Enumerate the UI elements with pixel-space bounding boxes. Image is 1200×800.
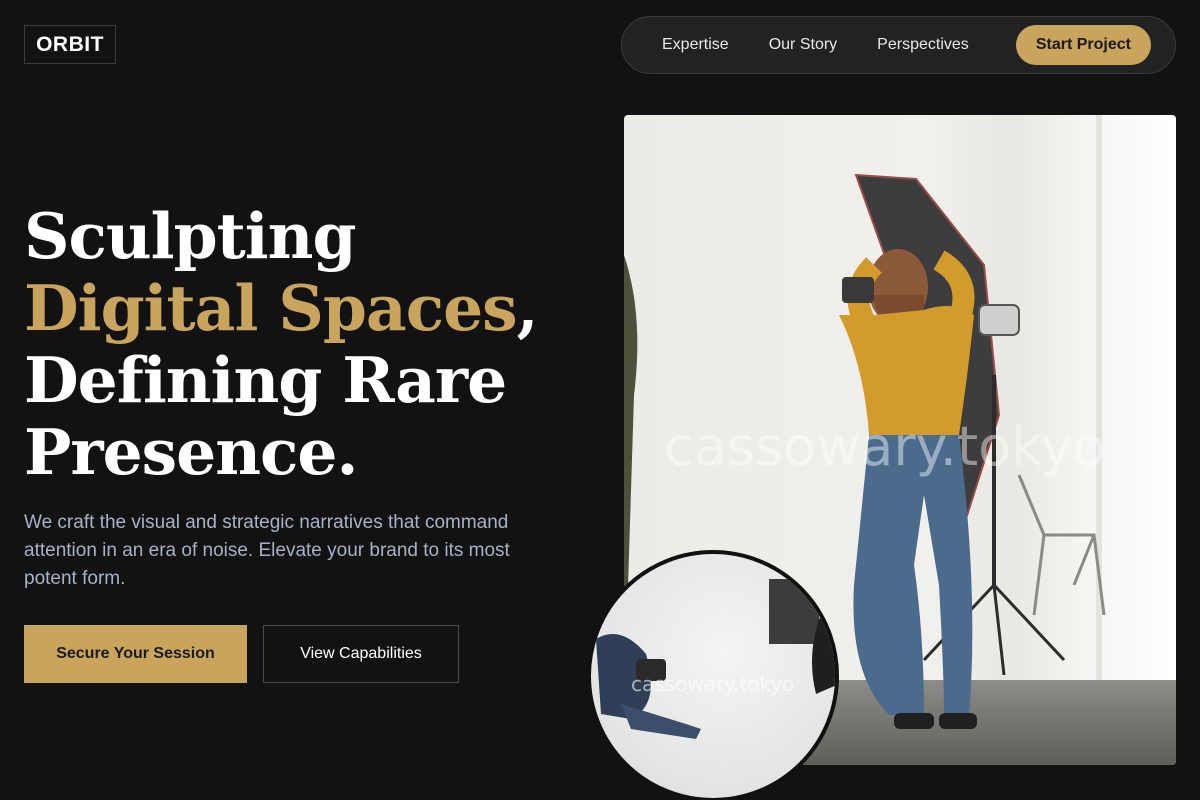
headline-line-1: Sculpting <box>24 199 357 273</box>
headline-accent: Digital Spaces <box>24 271 518 345</box>
nav-link-perspectives[interactable]: Perspectives <box>877 36 969 54</box>
headline-line-2: Digital Spaces, <box>24 272 584 344</box>
secure-session-button[interactable]: Secure Your Session <box>24 625 247 683</box>
nav-link-our-story[interactable]: Our Story <box>769 36 837 54</box>
hero-headline: Sculpting Digital Spaces, Defining Rare … <box>24 200 584 488</box>
main-nav: Expertise Our Story Perspectives Start P… <box>621 16 1176 74</box>
start-project-button[interactable]: Start Project <box>1015 25 1151 65</box>
photo-watermark: cassowary.tokyo <box>664 415 1106 478</box>
hero-lead-paragraph: We craft the visual and strategic narrat… <box>24 512 510 589</box>
headline-line-3: Defining Rare <box>24 343 507 417</box>
landing-page: ORBIT Expertise Our Story Perspectives S… <box>0 0 1200 800</box>
inset-watermark: cassowary.tokyo <box>631 672 795 696</box>
inset-circle-photo: cassowary.tokyo <box>587 550 839 800</box>
view-capabilities-button[interactable]: View Capabilities <box>263 625 459 683</box>
nav-link-expertise[interactable]: Expertise <box>662 36 729 54</box>
headline-line-4: Presence. <box>24 415 358 489</box>
logo[interactable]: ORBIT <box>24 25 116 64</box>
headline-comma: , <box>516 271 539 345</box>
